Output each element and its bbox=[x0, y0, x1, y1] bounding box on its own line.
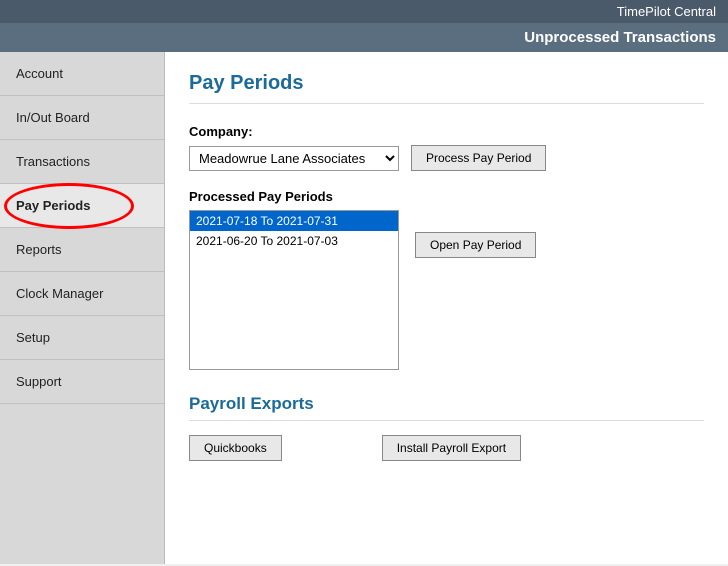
payroll-buttons: Quickbooks Install Payroll Export bbox=[189, 435, 704, 461]
open-pay-period-button[interactable]: Open Pay Period bbox=[415, 232, 536, 258]
processed-section: 2021-07-18 To 2021-07-31 2021-06-20 To 2… bbox=[189, 210, 704, 370]
process-pay-period-button[interactable]: Process Pay Period bbox=[411, 145, 546, 171]
sidebar-item-pay-periods-label: Pay Periods bbox=[16, 198, 90, 213]
sidebar-item-clock-manager-label: Clock Manager bbox=[16, 286, 103, 301]
company-select[interactable]: Meadowrue Lane Associates bbox=[189, 146, 399, 171]
subtitle: Unprocessed Transactions bbox=[524, 29, 716, 46]
sidebar-item-support[interactable]: Support bbox=[0, 360, 164, 404]
app-name-bar: TimePilot Central bbox=[0, 0, 728, 23]
company-label: Company: bbox=[189, 124, 704, 139]
sidebar-item-transactions-label: Transactions bbox=[16, 154, 90, 169]
list-item[interactable]: 2021-07-18 To 2021-07-31 bbox=[190, 211, 398, 231]
sidebar-item-clock-manager[interactable]: Clock Manager bbox=[0, 272, 164, 316]
sidebar-item-account[interactable]: Account bbox=[0, 52, 164, 96]
processed-pay-periods-list[interactable]: 2021-07-18 To 2021-07-31 2021-06-20 To 2… bbox=[189, 210, 399, 370]
main-content: Pay Periods Company: Meadowrue Lane Asso… bbox=[165, 52, 728, 564]
open-btn-container: Open Pay Period bbox=[415, 210, 536, 258]
app-name: TimePilot Central bbox=[617, 4, 716, 19]
sidebar-item-reports[interactable]: Reports bbox=[0, 228, 164, 272]
sidebar: Account In/Out Board Transactions Pay Pe… bbox=[0, 52, 165, 564]
quickbooks-button[interactable]: Quickbooks bbox=[189, 435, 282, 461]
sidebar-item-setup-label: Setup bbox=[16, 330, 50, 345]
subtitle-bar: Unprocessed Transactions bbox=[0, 23, 728, 52]
company-row: Meadowrue Lane Associates Process Pay Pe… bbox=[189, 145, 704, 171]
sidebar-item-pay-periods[interactable]: Pay Periods bbox=[0, 184, 164, 228]
processed-list-container: 2021-07-18 To 2021-07-31 2021-06-20 To 2… bbox=[189, 210, 399, 370]
sidebar-item-setup[interactable]: Setup bbox=[0, 316, 164, 360]
sidebar-item-transactions[interactable]: Transactions bbox=[0, 140, 164, 184]
sidebar-item-reports-label: Reports bbox=[16, 242, 62, 257]
sidebar-item-account-label: Account bbox=[16, 66, 63, 81]
sidebar-item-support-label: Support bbox=[16, 374, 62, 389]
payroll-exports-title: Payroll Exports bbox=[189, 394, 704, 421]
sidebar-item-inout-label: In/Out Board bbox=[16, 110, 90, 125]
sidebar-item-inout-board[interactable]: In/Out Board bbox=[0, 96, 164, 140]
list-item[interactable]: 2021-06-20 To 2021-07-03 bbox=[190, 231, 398, 251]
processed-label: Processed Pay Periods bbox=[189, 189, 704, 204]
page-title: Pay Periods bbox=[189, 72, 704, 104]
install-payroll-export-button[interactable]: Install Payroll Export bbox=[382, 435, 521, 461]
